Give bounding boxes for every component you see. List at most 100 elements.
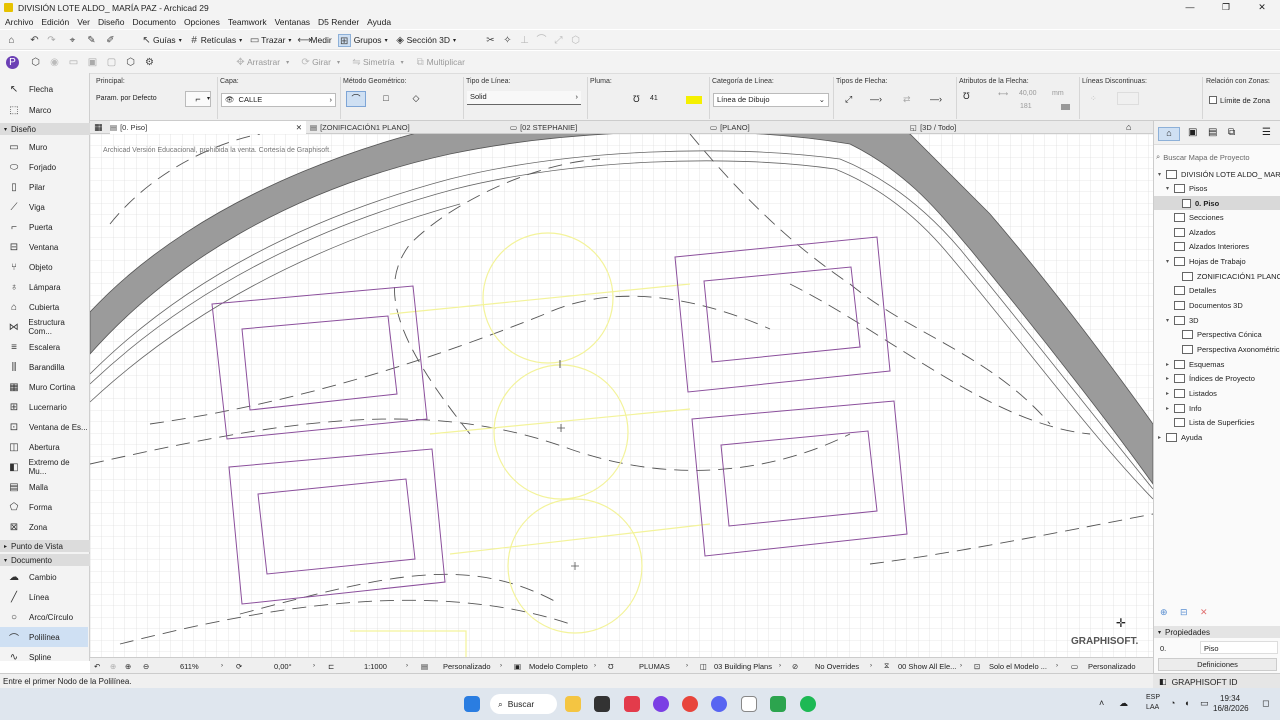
tool-marquee[interactable]: ⬚ Marco	[0, 100, 88, 120]
redo-zoom-icon[interactable]: ⊕	[110, 660, 116, 672]
fillet-icon[interactable]: ⌒	[535, 34, 548, 47]
taskbar-search[interactable]: ⌕ Buscar	[490, 694, 557, 714]
pick-up-icon[interactable]: ⌖	[66, 34, 79, 47]
notifications-icon[interactable]: ◻	[1262, 698, 1269, 709]
section-document[interactable]: ▾ Documento	[0, 554, 90, 566]
tool-wall[interactable]: ▭ Muro	[0, 137, 88, 157]
mirror-button[interactable]: Simetría	[363, 57, 395, 67]
drag-button[interactable]: Arrastrar	[247, 57, 280, 67]
arrow-swap-icon[interactable]: ⇄	[903, 94, 911, 105]
zoom-out-icon[interactable]: ⊖	[143, 660, 149, 672]
tool-change[interactable]: ☁ Cambio	[0, 567, 88, 587]
arrow-start-icon[interactable]: —›	[870, 94, 882, 104]
explode-icon[interactable]: ⬡	[569, 34, 582, 47]
language-primary[interactable]: ESP	[1146, 694, 1160, 701]
groups-button[interactable]: Grupos	[354, 35, 382, 45]
layer-combo-value[interactable]: 03 Building Plans	[714, 660, 772, 672]
tool-railing[interactable]: ⫼ Barandilla	[0, 357, 88, 377]
menu-documento[interactable]: Documento	[132, 17, 175, 27]
tool-line[interactable]: ╱ Línea	[0, 587, 88, 607]
tree-item-hojas[interactable]: ▾ Hojas de Trabajo	[1166, 254, 1246, 268]
purple-app-icon[interactable]	[653, 696, 669, 712]
new-view-icon[interactable]: ⊕	[1160, 607, 1168, 618]
camera-icon[interactable]: ▣	[86, 56, 99, 69]
menu-ver[interactable]: Ver	[77, 17, 90, 27]
angle-value[interactable]: 0,00°	[274, 660, 292, 672]
menu-opciones[interactable]: Opciones	[184, 17, 220, 27]
principal-value[interactable]: Param. por Defecto	[96, 95, 157, 102]
battery-icon[interactable]: ▭	[1200, 698, 1209, 709]
renovation-value[interactable]: 00 Show All Ele...	[898, 660, 956, 672]
tree-item-piso-0[interactable]: 0. Piso	[1154, 196, 1280, 210]
tool-window[interactable]: ⊟ Ventana	[0, 237, 88, 257]
settings-gear-icon[interactable]: ⚙	[143, 56, 156, 69]
tree-item-perspectiva[interactable]: Perspectiva Cónica	[1182, 327, 1262, 341]
tree-item-info[interactable]: ▸ Info	[1166, 401, 1202, 415]
tool-door[interactable]: ⌐ Puerta	[0, 217, 88, 237]
syringe-icon[interactable]: ✐	[104, 34, 117, 47]
tool-structure[interactable]: ⋈ Estructura Com...	[0, 317, 88, 337]
undo-zoom-icon[interactable]: ↶	[94, 660, 100, 672]
eyedropper-icon[interactable]: ✎	[85, 34, 98, 47]
offset-icon[interactable]: ⊥	[518, 34, 531, 47]
tool-object[interactable]: ⑂ Objeto	[0, 257, 88, 277]
tree-item-pisos[interactable]: ▾ Pisos	[1166, 181, 1207, 195]
wall-view-icon[interactable]: ▭	[67, 56, 80, 69]
windows-start-icon[interactable]	[464, 696, 480, 712]
tool-zone[interactable]: ⊠ Zona	[0, 517, 88, 537]
tool-opening[interactable]: ◫ Abertura	[0, 437, 88, 457]
dashed-option[interactable]	[1117, 92, 1139, 105]
tab-stephanie[interactable]: ▭ [02 STEPHANIE]	[510, 121, 706, 134]
tool-beam[interactable]: ⟋ Viga	[0, 197, 88, 217]
tool-column[interactable]: ▯ Pilar	[0, 177, 88, 197]
tool-morph[interactable]: ⬠ Forma	[0, 497, 88, 517]
tree-item-listados[interactable]: ▸ Listados	[1166, 386, 1217, 400]
language-secondary[interactable]: LAA	[1146, 704, 1159, 711]
magic-wand-icon[interactable]: ✧	[501, 34, 514, 47]
layer-field[interactable]: 👁 CALLE ›	[221, 93, 336, 107]
measure-button[interactable]: Medir	[310, 35, 331, 45]
tool-arrow[interactable]: ↖ Flecha	[0, 79, 88, 99]
clock-date[interactable]: 16/8/2026	[1213, 704, 1249, 713]
resize-icon[interactable]: ⤢	[552, 34, 565, 47]
zoom-in-icon[interactable]: ⊕	[125, 660, 131, 672]
tool-wall-end[interactable]: ◧ Extremo de Mu...	[0, 457, 88, 477]
arrow-pen-value[interactable]: 181	[1020, 103, 1032, 110]
layout-book-icon[interactable]: ▤	[1208, 127, 1217, 138]
app-icon[interactable]	[594, 696, 610, 712]
menu-d5-render[interactable]: D5 Render	[318, 17, 359, 27]
custom-value[interactable]: Personalizado	[1088, 660, 1136, 672]
dashed-icon[interactable]: ⁘	[1090, 94, 1097, 103]
arrow-end-icon[interactable]: —›	[930, 94, 942, 104]
tree-item-alzados[interactable]: Alzados	[1174, 225, 1216, 239]
tab-floor-plan[interactable]: ▤ [0. Piso] ✕	[110, 121, 306, 134]
redo-icon[interactable]: ↷	[45, 34, 58, 47]
tree-item-3d[interactable]: ▾ 3D	[1166, 313, 1199, 327]
tree-item-axonometrica[interactable]: Perspectiva Axonométrica	[1182, 342, 1280, 356]
green-app-icon[interactable]	[770, 696, 786, 712]
maximize-button[interactable]: ❐	[1208, 0, 1244, 15]
tree-item-secciones[interactable]: Secciones	[1174, 210, 1224, 224]
tree-item-project[interactable]: ▾ DIVISIÓN LOTE ALDO_ MARÍA	[1158, 167, 1280, 181]
view-map-icon[interactable]: ▣	[1188, 127, 1197, 138]
menu-edicion[interactable]: Edición	[41, 17, 69, 27]
dims-value[interactable]: Solo el Modelo ...	[989, 660, 1047, 672]
section3d-button[interactable]: Sección 3D	[407, 35, 450, 45]
tree-item-alzados-interiores[interactable]: Alzados Interiores	[1174, 239, 1249, 253]
pen-color-swatch[interactable]	[686, 96, 702, 104]
arrow-pen-swatch[interactable]	[1061, 104, 1070, 110]
tool-slab[interactable]: ⬭ Forjado	[0, 157, 88, 177]
tool-stair[interactable]: ≡ Escalera	[0, 337, 88, 357]
volume-icon[interactable]: ◖	[1184, 698, 1189, 708]
model-view-value[interactable]: Modelo Completo	[529, 660, 588, 672]
tree-item-esquemas[interactable]: ▸ Esquemas	[1166, 357, 1224, 371]
tree-item-superficies[interactable]: Lista de Superficies	[1174, 415, 1254, 429]
tree-item-ayuda[interactable]: ▸ Ayuda	[1158, 430, 1202, 444]
linecat-field[interactable]: Línea de Dibujo ⌄	[713, 93, 829, 107]
minimize-button[interactable]: —	[1172, 0, 1208, 15]
properties-header[interactable]: ▾ Propiedades	[1154, 626, 1280, 638]
menu-ayuda[interactable]: Ayuda	[367, 17, 391, 27]
box-icon[interactable]: ⬡	[124, 56, 137, 69]
linetype-field[interactable]: Solid ›	[467, 91, 581, 105]
tool-lamp[interactable]: ♁ Lámpara	[0, 277, 88, 297]
